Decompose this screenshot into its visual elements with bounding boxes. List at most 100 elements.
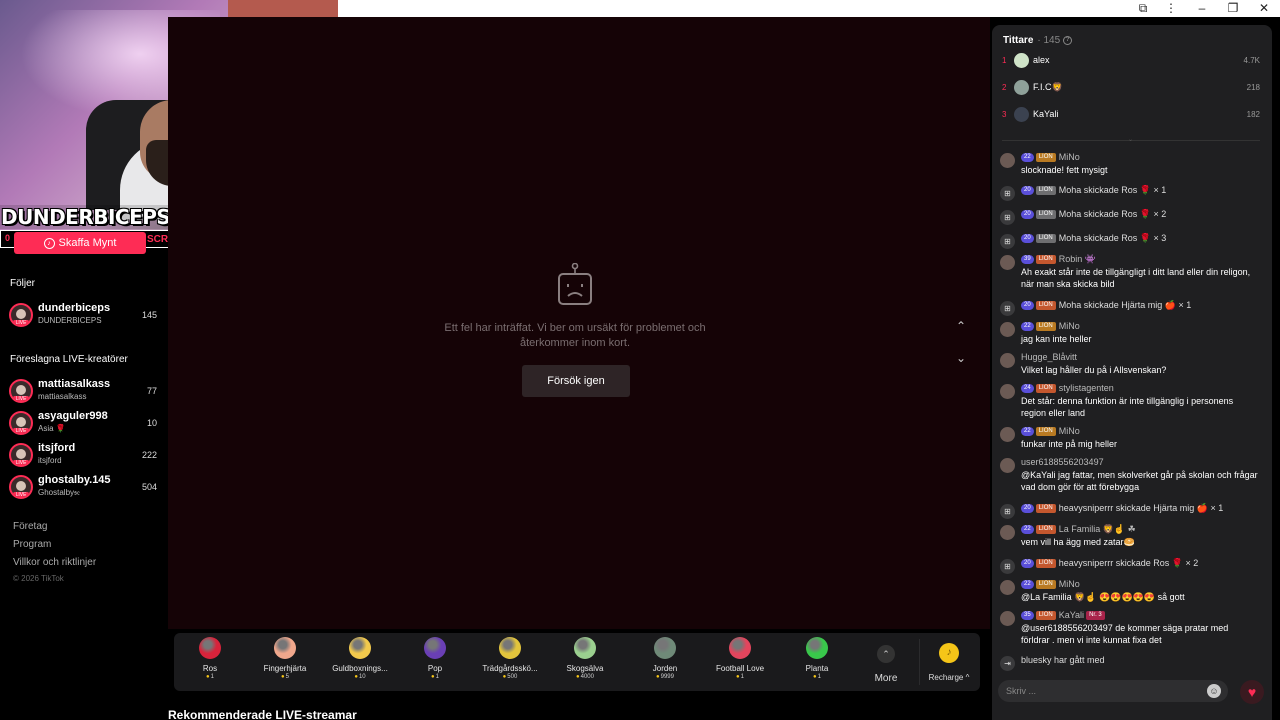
avatar [1000, 255, 1015, 270]
gift-icon: ⊞ [1000, 504, 1015, 519]
gift-item[interactable]: Fingerhjärta5 [249, 637, 321, 689]
viewer-name: F.I.C🦁 [1033, 82, 1063, 92]
browser-top-bar: ⧉ ⋮ – ❐ ✕ [338, 0, 1280, 17]
message-username[interactable]: MiNo [1059, 321, 1080, 331]
gift-name: Pop [427, 664, 443, 673]
footer-link-program[interactable]: Program [13, 539, 51, 550]
message-header: 35 LION KaYali Nr. 3 [1021, 610, 1105, 621]
avatar [1000, 458, 1015, 473]
top-viewer-row[interactable]: 3 KaYali 182 [1002, 105, 1260, 125]
level-badge: 22 [1021, 580, 1034, 590]
message-username[interactable]: user6188556203497 [1021, 457, 1104, 467]
next-stream-icon[interactable]: ⌄ [954, 351, 968, 365]
gift-icon [199, 637, 221, 659]
join-icon: ⇥ [1000, 656, 1015, 671]
gift-icon: ⊞ [1000, 210, 1015, 225]
chat-input[interactable] [1006, 684, 1196, 698]
sidebar-account[interactable]: LIVE asyaguler998 Asia 🌹 10 [9, 409, 161, 437]
suggested-title: Föreslagna LIVE-kreatörer [10, 354, 128, 365]
info-icon[interactable]: ? [1063, 35, 1073, 45]
gift-item[interactable]: Skogsälva4000 [549, 637, 621, 689]
message-text: funkar inte på mig heller [1021, 439, 1118, 449]
message-text: Vilket lag håller du på i Allsvenskan? [1021, 365, 1167, 375]
gift-item[interactable]: Guldboxnings...10 [324, 637, 396, 689]
message-header: 22 LION MiNo [1021, 321, 1080, 332]
message-username[interactable]: MiNo [1059, 426, 1080, 436]
top-viewer-row[interactable]: 1 alex 4.7K [1002, 51, 1260, 71]
viewer-score: 4.7K [1243, 56, 1260, 65]
top-viewer-row[interactable]: 2 F.I.C🦁 218 [1002, 78, 1260, 98]
message-text: Det står: denna funktion är inte tillgän… [1021, 396, 1234, 418]
gift-item[interactable]: Planta1 [781, 637, 853, 689]
message-text: @KaYali jag fattar, men skolverket går p… [1021, 470, 1258, 492]
close-button[interactable]: ✕ [1256, 1, 1272, 15]
kebab-icon[interactable]: ⋮ [1163, 1, 1179, 15]
gift-item[interactable]: Pop1 [399, 637, 471, 689]
avatar [1014, 53, 1029, 68]
account-nickname: DUNDERBICEPS [38, 316, 102, 325]
rank-badge: Nr. 3 [1086, 611, 1105, 621]
puzzle-icon[interactable]: ⧉ [1135, 1, 1151, 16]
sidebar-account[interactable]: LIVE ghostalby.145 Ghostalby𝔰𝔢 504 [9, 473, 161, 501]
left-sidebar: Följer LIVE dunderbiceps DUNDERBICEPS 145 F… [0, 258, 168, 720]
coin-icon[interactable]: ♪ [939, 643, 959, 663]
footer-link-company[interactable]: Företag [13, 521, 47, 532]
viewer-name: KaYali [1033, 109, 1059, 119]
gift-item[interactable]: Ros1 [174, 637, 246, 689]
viewer-count: 10 [146, 418, 157, 428]
previous-stream-icon[interactable]: ⌃ [954, 319, 968, 333]
viewer-count: 145 [141, 310, 157, 320]
viewers-header: Tittare · 145? [1003, 35, 1073, 46]
message-username[interactable]: MiNo [1059, 152, 1080, 162]
chevron-up-icon[interactable]: ⌃ [877, 645, 895, 663]
fan-club-badge: LION [1035, 580, 1056, 590]
gift-price: 9999 [629, 674, 701, 680]
retry-button[interactable]: Försök igen [522, 365, 630, 397]
footer-link-terms[interactable]: Villkor och riktlinjer [13, 557, 96, 568]
sidebar-account[interactable]: LIVE dunderbiceps DUNDERBICEPS 145 [9, 301, 161, 329]
level-badge: 20 [1021, 504, 1034, 514]
message-username[interactable]: La Familia 🦁☝ ☘ [1059, 524, 1136, 534]
gift-item[interactable]: Football Love1 [704, 637, 776, 689]
viewer-count: 77 [146, 386, 157, 396]
gift-item[interactable]: Trädgårdsskö...500 [474, 637, 546, 689]
avatar [1000, 384, 1015, 399]
message-header: 22 LION MiNo [1021, 579, 1080, 590]
message-username[interactable]: Hugge_Blåvitt [1021, 352, 1077, 362]
chevron-down-icon[interactable]: ⌄ [1128, 136, 1133, 143]
level-badge: 20 [1021, 186, 1034, 196]
heart-icon[interactable]: ♥ [1240, 680, 1264, 704]
gift-price: 500 [474, 674, 546, 680]
get-coins-button[interactable]: ♪ Skaffa Mynt [14, 232, 146, 254]
sidebar-account[interactable]: LIVE mattiasalkass mattiasalkass 77 [9, 377, 161, 405]
viewer-count: 222 [141, 450, 157, 460]
gift-icon [729, 637, 751, 659]
level-badge: 22 [1021, 525, 1034, 535]
recharge-button[interactable]: Recharge ^ [920, 673, 978, 682]
minimize-button[interactable]: – [1194, 1, 1210, 15]
avatar: LIVE [9, 411, 33, 435]
message-username[interactable]: Robin 👾 [1059, 254, 1096, 264]
overlay-brand: DUNDERBICEPS [1, 205, 171, 229]
gift-icon: ⊞ [1000, 186, 1015, 201]
chat-input-box[interactable]: ☺ [998, 680, 1228, 702]
more-gifts-button[interactable]: More [868, 673, 904, 684]
message-username[interactable]: MiNo [1059, 579, 1080, 589]
copyright: © 2026 TikTok [13, 574, 64, 583]
live-badge: LIVE [13, 396, 29, 401]
gift-icon: ⊞ [1000, 559, 1015, 574]
sidebar-account[interactable]: LIVE itsjford itsjford 222 [9, 441, 161, 469]
message-username[interactable]: stylistagenten [1059, 383, 1114, 393]
goal-current: 0 [5, 233, 11, 243]
broken-tv-icon [558, 263, 592, 305]
fan-club-badge: LION [1035, 525, 1056, 535]
message-text: vem vill ha ägg med zatar🥯 [1021, 537, 1135, 547]
message-username[interactable]: KaYali [1059, 610, 1084, 620]
gift-item[interactable]: Jorden9999 [629, 637, 701, 689]
emoji-icon[interactable]: ☺ [1207, 684, 1221, 698]
maximize-button[interactable]: ❐ [1225, 1, 1241, 15]
gift-icon [574, 637, 596, 659]
message-header: 20 LION Moha skickade Ros 🌹 × 3 [1021, 233, 1166, 244]
message-text: jag kan inte heller [1021, 334, 1092, 344]
gift-price: 1 [399, 674, 471, 680]
